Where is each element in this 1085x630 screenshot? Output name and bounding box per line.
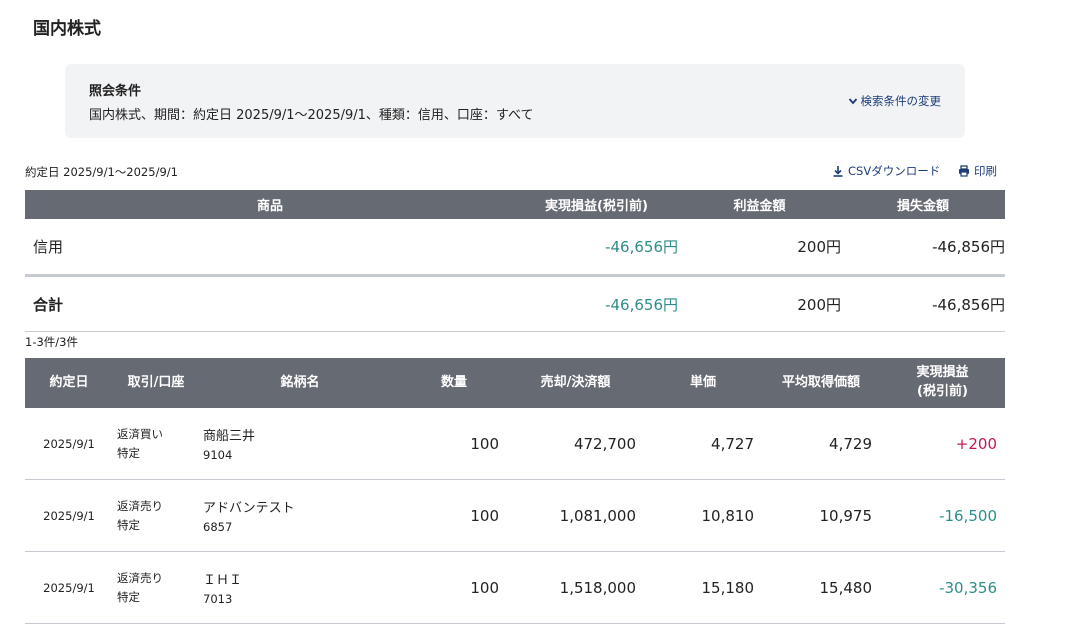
average-cost: 4,729 bbox=[762, 408, 880, 480]
quantity: 100 bbox=[401, 408, 507, 480]
trade-type: 返済売り bbox=[117, 571, 163, 586]
trade-date: 2025/9/1 bbox=[25, 479, 113, 552]
trade-row: 2025/9/1 返済売り 特定 アドバンテスト 6857 100 1,081,… bbox=[25, 479, 1005, 552]
stock-name: アドバンテスト bbox=[203, 501, 295, 516]
realized-pnl: -30,356 bbox=[880, 551, 1005, 624]
stock-name: ＩＨＩ bbox=[203, 573, 243, 588]
summary-row-profit: 200円 bbox=[678, 219, 841, 277]
summary-table: 商品 実現損益(税引前) 利益金額 損失金額 信用 -46,656円 200円 … bbox=[25, 190, 1005, 332]
realized-pnl: -16,500 bbox=[880, 479, 1005, 552]
settlement-amount: 472,700 bbox=[507, 408, 644, 480]
trade-type-cell: 返済売り 特定 bbox=[113, 551, 199, 624]
stock-name: 商船三井 bbox=[203, 429, 256, 444]
details-header-qty: 数量 bbox=[401, 358, 507, 408]
settlement-amount: 1,081,000 bbox=[507, 479, 644, 552]
change-condition-link[interactable]: 検索条件の変更 bbox=[848, 93, 942, 109]
summary-header-row: 商品 実現損益(税引前) 利益金額 損失金額 bbox=[25, 190, 1005, 219]
unit-price: 10,810 bbox=[644, 479, 762, 552]
summary-total-row: 合計 -46,656円 200円 -46,856円 bbox=[25, 275, 1005, 332]
details-table: 約定日 取引/口座 銘柄名 数量 売却/決済額 単価 平均取得価額 実現損益 (… bbox=[25, 358, 1005, 624]
summary-total-pnl: -46,656円 bbox=[515, 275, 678, 332]
summary-row-pnl: -46,656円 bbox=[515, 219, 678, 277]
trade-date: 2025/9/1 bbox=[25, 408, 113, 480]
details-header-price: 単価 bbox=[644, 358, 762, 408]
summary-total-profit: 200円 bbox=[678, 275, 841, 332]
trade-type-cell: 返済買い 特定 bbox=[113, 408, 199, 480]
details-header-pnl-line2: (税引前) bbox=[917, 384, 968, 399]
summary-header-product: 商品 bbox=[25, 190, 515, 219]
result-count: 1-3件/3件 bbox=[25, 335, 78, 349]
trade-type-cell: 返済売り 特定 bbox=[113, 479, 199, 552]
stock-code: 6857 bbox=[203, 520, 233, 534]
page-title: 国内株式 bbox=[33, 19, 101, 39]
print-icon bbox=[959, 165, 969, 177]
trade-type: 返済買い bbox=[117, 427, 163, 442]
change-condition-label: 検索条件の変更 bbox=[860, 94, 942, 108]
realized-pnl: +200 bbox=[880, 408, 1005, 480]
stock-code: 9104 bbox=[203, 448, 233, 462]
details-header-name: 銘柄名 bbox=[199, 358, 401, 408]
details-header-avg: 平均取得価額 bbox=[762, 358, 880, 408]
details-header-pnl: 実現損益 (税引前) bbox=[880, 358, 1005, 408]
quantity: 100 bbox=[401, 479, 507, 552]
account-type: 特定 bbox=[117, 445, 140, 460]
stock-cell: アドバンテスト 6857 bbox=[199, 479, 401, 552]
search-condition-panel: 照会条件 国内株式、期間：約定日 2025/9/1〜2025/9/1、種類：信用… bbox=[65, 64, 965, 138]
details-header-row: 約定日 取引/口座 銘柄名 数量 売却/決済額 単価 平均取得価額 実現損益 (… bbox=[25, 358, 1005, 408]
trade-type: 返済売り bbox=[117, 499, 163, 514]
settlement-amount: 1,518,000 bbox=[507, 551, 644, 624]
csv-download-link[interactable]: CSVダウンロード bbox=[832, 163, 940, 179]
summary-total-label: 合計 bbox=[25, 275, 515, 332]
condition-heading: 照会条件 bbox=[89, 84, 142, 99]
summary-header-pnl: 実現損益(税引前) bbox=[515, 190, 678, 219]
print-label: 印刷 bbox=[974, 164, 997, 178]
csv-download-label: CSVダウンロード bbox=[848, 164, 941, 178]
details-header-amount: 売却/決済額 bbox=[507, 358, 644, 408]
trade-row: 2025/9/1 返済買い 特定 商船三井 9104 100 472,700 4… bbox=[25, 408, 1005, 480]
summary-row-loss: -46,856円 bbox=[841, 219, 1005, 277]
trade-row: 2025/9/1 返済売り 特定 ＩＨＩ 7013 100 1,518,000 … bbox=[25, 551, 1005, 624]
summary-row-label: 信用 bbox=[25, 219, 515, 277]
stock-cell: ＩＨＩ 7013 bbox=[199, 551, 401, 624]
stock-cell: 商船三井 9104 bbox=[199, 408, 401, 480]
summary-row: 信用 -46,656円 200円 -46,856円 bbox=[25, 219, 1005, 277]
average-cost: 15,480 bbox=[762, 551, 880, 624]
stock-code: 7013 bbox=[203, 592, 233, 606]
chevron-down-icon bbox=[848, 98, 857, 105]
print-link[interactable]: 印刷 bbox=[958, 163, 997, 179]
details-header-pnl-line1: 実現損益 bbox=[916, 365, 969, 381]
average-cost: 10,975 bbox=[762, 479, 880, 552]
summary-header-loss: 損失金額 bbox=[841, 190, 1005, 219]
date-range-text: 約定日 2025/9/1〜2025/9/1 bbox=[25, 165, 178, 179]
details-header-date: 約定日 bbox=[25, 358, 113, 408]
download-icon bbox=[833, 166, 843, 177]
condition-text: 国内株式、期間：約定日 2025/9/1〜2025/9/1、種類：信用、口座：す… bbox=[89, 108, 534, 123]
unit-price: 4,727 bbox=[644, 408, 762, 480]
details-header-trade: 取引/口座 bbox=[113, 358, 199, 408]
account-type: 特定 bbox=[117, 589, 140, 604]
summary-header-profit: 利益金額 bbox=[678, 190, 841, 219]
account-type: 特定 bbox=[117, 517, 140, 532]
trade-date: 2025/9/1 bbox=[25, 551, 113, 624]
summary-total-loss: -46,856円 bbox=[841, 275, 1005, 332]
quantity: 100 bbox=[401, 551, 507, 624]
unit-price: 15,180 bbox=[644, 551, 762, 624]
